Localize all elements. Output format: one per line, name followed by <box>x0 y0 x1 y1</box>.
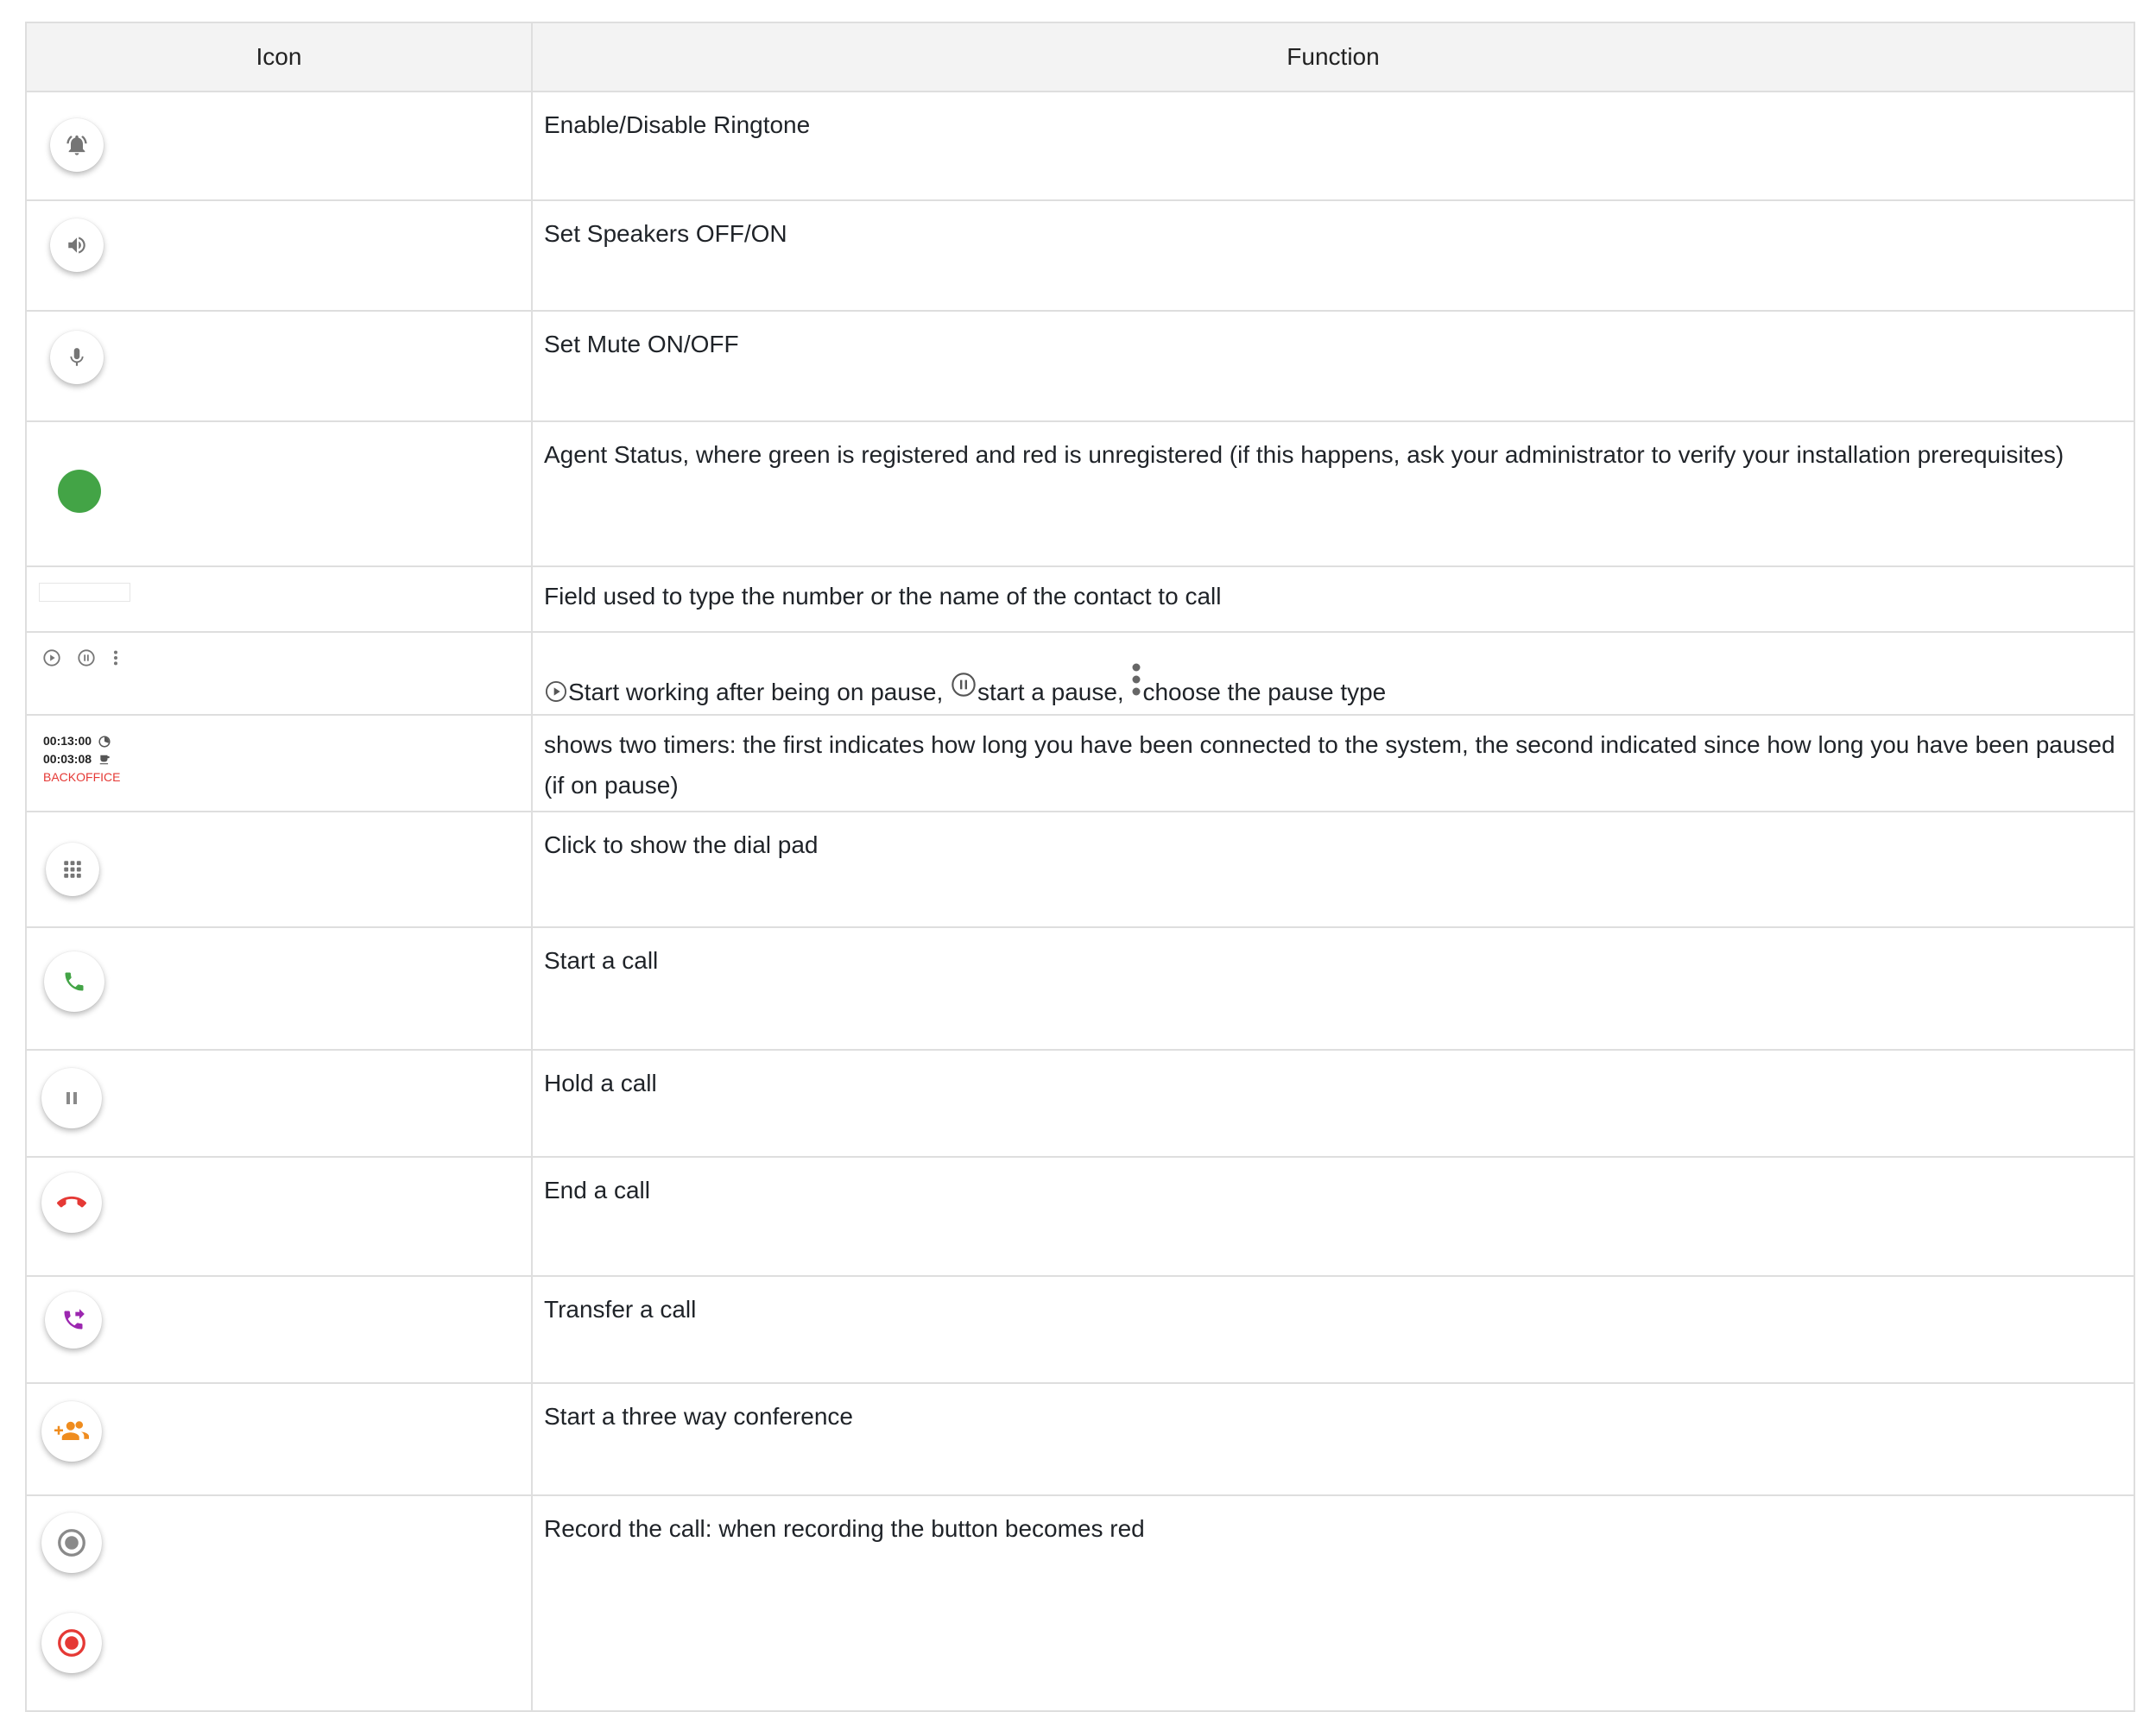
end-call-button[interactable] <box>41 1172 102 1233</box>
table-row: 00:13:00 00:03:08 BACKOFFICE shows two t… <box>25 714 2135 812</box>
play-circle-icon <box>545 680 567 703</box>
table-row: Click to show the dial pad <box>25 811 2135 928</box>
icon-cell <box>25 199 533 312</box>
table-row: Field used to type the number or the nam… <box>25 565 2135 633</box>
table-row: Start working after being on pause, star… <box>25 631 2135 716</box>
group-add-icon <box>54 1421 89 1440</box>
table-header-row: Icon Function <box>25 22 2135 92</box>
more-vert-icon[interactable] <box>111 648 120 667</box>
function-cell: Click to show the dial pad <box>531 811 2135 928</box>
pause-controls <box>42 648 120 667</box>
timer-icon <box>98 735 111 748</box>
more-vert-icon <box>1132 663 1141 696</box>
mute-button[interactable] <box>50 331 104 384</box>
icon-cell <box>25 631 533 716</box>
table-row: Enable/Disable Ringtone <box>25 91 2135 201</box>
microphone-icon <box>70 348 84 366</box>
phone-icon <box>65 972 84 991</box>
function-cell: Transfer a call <box>531 1275 2135 1384</box>
function-cell: Start a call <box>531 926 2135 1051</box>
record-button[interactable] <box>41 1513 102 1573</box>
icon-cell <box>25 310 533 422</box>
contact-search-input[interactable] <box>39 583 130 602</box>
phone-forwarded-icon <box>64 1309 85 1330</box>
pause-circle-icon <box>952 673 976 697</box>
pause-icon <box>66 1092 77 1104</box>
icon-cell <box>25 565 533 633</box>
icon-cell <box>25 1494 533 1712</box>
connected-timer: 00:13:00 <box>43 734 92 748</box>
function-cell: Set Mute ON/OFF <box>531 310 2135 422</box>
pause-circle-icon[interactable] <box>77 648 96 667</box>
pause-text-part1: Start working after being on pause, <box>568 679 944 705</box>
table-row: Record the call: when recording the butt… <box>25 1494 2135 1712</box>
icon-cell <box>25 91 533 201</box>
function-cell: Agent Status, where green is registered … <box>531 420 2135 567</box>
pause-timer: 00:03:08 <box>43 752 92 766</box>
record-button-active[interactable] <box>41 1613 102 1673</box>
icon-cell <box>25 1382 533 1496</box>
timers-display: 00:13:00 00:03:08 BACKOFFICE <box>43 732 120 787</box>
start-call-button[interactable] <box>44 951 104 1012</box>
icon-cell <box>25 1156 533 1277</box>
table-row: Agent Status, where green is registered … <box>25 420 2135 567</box>
transfer-call-button[interactable] <box>45 1292 102 1349</box>
function-column-header: Function <box>531 22 2135 92</box>
icon-cell: 00:13:00 00:03:08 BACKOFFICE <box>25 714 533 812</box>
dialpad-button[interactable] <box>46 843 99 896</box>
icon-cell <box>25 420 533 567</box>
table-row: Start a call <box>25 926 2135 1051</box>
table-row: End a call <box>25 1156 2135 1277</box>
table-row: Start a three way conference <box>25 1382 2135 1496</box>
function-cell: shows two timers: the first indicates ho… <box>531 714 2135 812</box>
table-row: Transfer a call <box>25 1275 2135 1384</box>
pause-text-part3: choose the pause type <box>1142 679 1387 705</box>
icon-cell <box>25 1275 533 1384</box>
record-on-icon <box>58 1629 85 1657</box>
coffee-icon <box>99 755 110 764</box>
table-row: Set Mute ON/OFF <box>25 310 2135 422</box>
speaker-icon <box>68 237 85 254</box>
record-off-icon <box>58 1529 85 1557</box>
hold-call-button[interactable] <box>41 1068 102 1128</box>
agent-status-indicator <box>58 470 101 513</box>
function-cell: End a call <box>531 1156 2135 1277</box>
function-cell: Record the call: when recording the butt… <box>531 1494 2135 1712</box>
ringtone-button[interactable] <box>50 118 104 172</box>
pause-text-part2: start a pause, <box>977 679 1124 705</box>
function-cell: Start working after being on pause, star… <box>531 631 2135 716</box>
function-cell: Set Speakers OFF/ON <box>531 199 2135 312</box>
icon-cell <box>25 926 533 1051</box>
function-cell: Start a three way conference <box>531 1382 2135 1496</box>
function-cell: Enable/Disable Ringtone <box>531 91 2135 201</box>
icon-cell <box>25 811 533 928</box>
table-row: Hold a call <box>25 1049 2135 1158</box>
icon-function-table: Icon Function Enable/Disable Ringtone Se… <box>25 22 2135 1712</box>
agent-state-label: BACKOFFICE <box>43 770 121 784</box>
function-cell: Field used to type the number or the nam… <box>531 565 2135 633</box>
icon-cell <box>25 1049 533 1158</box>
bell-icon <box>66 135 87 155</box>
conference-button[interactable] <box>41 1401 102 1462</box>
speakers-button[interactable] <box>50 218 104 272</box>
function-cell: Hold a call <box>531 1049 2135 1158</box>
table-row: Set Speakers OFF/ON <box>25 199 2135 312</box>
play-circle-icon[interactable] <box>42 648 61 667</box>
dialpad-icon <box>64 861 81 878</box>
call-end-icon <box>57 1196 86 1208</box>
icon-column-header: Icon <box>25 22 533 92</box>
